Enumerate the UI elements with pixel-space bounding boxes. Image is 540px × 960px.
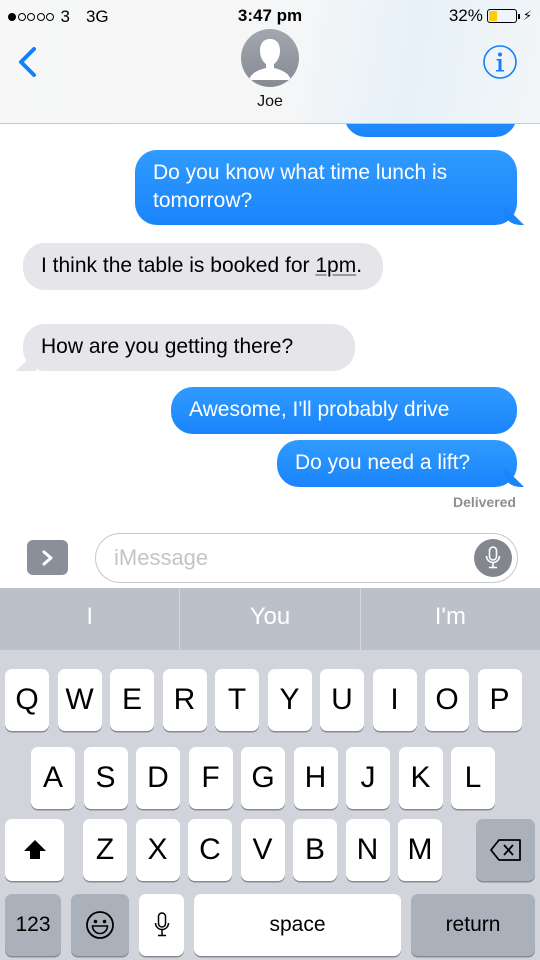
message-bubble-incoming[interactable]: I think the table is booked for 1pm. [23,243,383,290]
battery-level [488,11,498,21]
message-text: Awesome, I'll probably drive [189,398,450,421]
message-text: Do you know what time lunch is tomorrow? [153,161,448,212]
dictation-button[interactable] [474,539,512,577]
message-input-field[interactable] [95,533,518,583]
apps-expand-button[interactable] [27,540,68,575]
key-h[interactable]: H [293,747,338,809]
key-p[interactable]: P [477,669,522,731]
key-f[interactable]: F [188,747,233,809]
message-bubble-outgoing[interactable]: Awesome, I'll probably drive [171,387,517,434]
key-o[interactable]: O [425,669,469,731]
key-j[interactable]: J [346,747,390,809]
charging-bolt-icon: ⚡ [522,8,532,23]
prediction-suggestion[interactable]: I [0,588,181,650]
message-text: Do you need a lift? [295,451,471,474]
delete-key[interactable] [476,819,535,881]
key-a[interactable]: A [31,747,75,809]
space-key[interactable]: space [194,894,401,956]
key-r[interactable]: R [162,669,207,731]
key-y[interactable]: Y [267,669,312,731]
shift-arrow-icon [23,840,46,859]
dictation-key[interactable] [139,894,184,956]
predictive-text-bar: I You I'm [0,588,540,650]
back-button[interactable] [14,44,44,80]
emoji-key[interactable] [71,894,129,956]
key-d[interactable]: D [136,747,180,809]
key-z[interactable]: Z [83,819,127,881]
key-u[interactable]: U [320,669,364,731]
message-thread[interactable]: Good mate Do you know what time lunch is… [0,100,540,525]
person-silhouette-icon [249,39,291,80]
key-g[interactable]: G [241,747,285,809]
key-n[interactable]: N [345,819,390,881]
prediction-suggestion[interactable]: I'm [361,588,540,650]
key-k[interactable]: K [398,747,443,809]
message-bubble-outgoing[interactable]: Do you need a lift? [277,440,517,487]
key-s[interactable]: S [83,747,128,809]
key-t[interactable]: T [215,669,259,731]
avatar[interactable] [241,29,299,87]
battery-area: 32% ⚡ [449,6,532,26]
key-m[interactable]: M [398,819,442,881]
battery-percent: 32% [448,6,483,25]
key-i[interactable]: I [372,669,417,731]
navigation-header: 3 3G 3:47 pm 32% ⚡ Joe [0,0,540,124]
message-text: . [356,254,363,277]
battery-cap [517,13,520,19]
key-l[interactable]: L [451,747,495,809]
key-v[interactable]: V [240,819,285,881]
return-key[interactable]: return [411,894,535,956]
message-text: How are you getting there? [41,335,294,358]
emoji-smiley-icon [86,911,114,939]
shift-key[interactable] [5,819,64,881]
message-text: I think the table is booked for [41,254,316,277]
key-e[interactable]: E [110,669,154,731]
backspace-icon [489,839,521,861]
battery-icon [486,9,517,23]
contact-name[interactable]: Joe [0,93,540,111]
key-x[interactable]: X [135,819,180,881]
delivery-status: Delivered [452,494,516,510]
key-c[interactable]: C [188,819,232,881]
microphone-icon [485,546,501,569]
detected-time-link[interactable]: 1pm [315,254,356,277]
info-button[interactable] [482,44,518,80]
keyboard: I You I'm 123 space return Q W E R T Y U… [0,588,540,960]
message-bubble-incoming[interactable]: How are you getting there? [23,324,355,371]
message-bubble-outgoing[interactable]: Do you know what time lunch is tomorrow? [135,150,517,225]
chevron-left-icon [19,47,36,77]
message-input[interactable] [114,544,454,572]
numbers-key[interactable]: 123 [5,894,61,956]
key-q[interactable]: Q [5,669,49,731]
info-circle-icon [483,45,517,79]
microphone-icon [154,912,169,937]
key-w[interactable]: W [57,669,102,731]
chevron-right-icon [42,550,52,565]
prediction-suggestion[interactable]: You [180,588,361,650]
key-b[interactable]: B [293,819,337,881]
